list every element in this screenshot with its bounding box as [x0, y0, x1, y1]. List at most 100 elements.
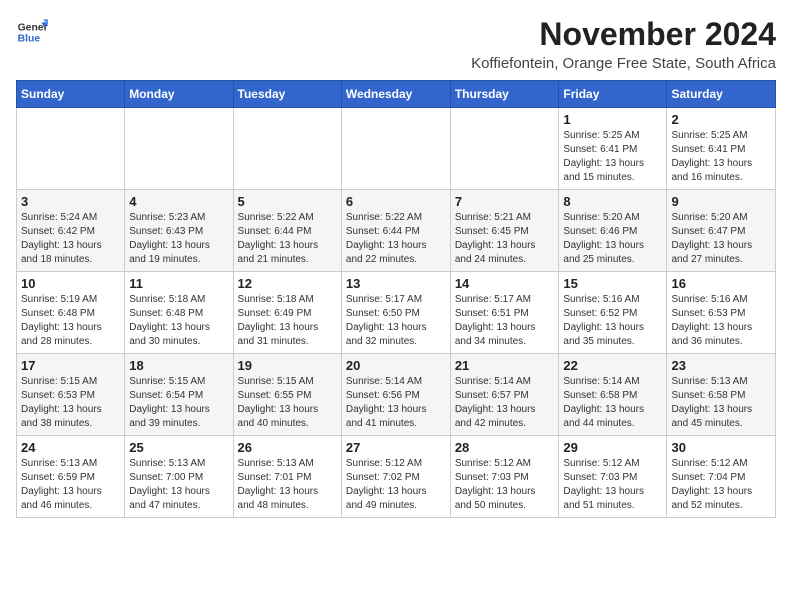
- weekday-tuesday: Tuesday: [233, 81, 341, 108]
- logo: General Blue: [16, 16, 48, 48]
- day-info: Sunrise: 5:15 AM Sunset: 6:55 PM Dayligh…: [238, 375, 337, 431]
- day-info: Sunrise: 5:12 AM Sunset: 7:03 PM Dayligh…: [455, 457, 555, 513]
- day-info: Sunrise: 5:20 AM Sunset: 6:46 PM Dayligh…: [563, 211, 662, 267]
- logo-icon: General Blue: [16, 16, 48, 48]
- day-number: 21: [455, 358, 555, 373]
- day-number: 10: [21, 276, 120, 291]
- day-info: Sunrise: 5:12 AM Sunset: 7:04 PM Dayligh…: [671, 457, 771, 513]
- day-number: 14: [455, 276, 555, 291]
- day-info: Sunrise: 5:21 AM Sunset: 6:45 PM Dayligh…: [455, 211, 555, 267]
- day-cell: 17 Sunrise: 5:15 AM Sunset: 6:53 PM Dayli…: [17, 354, 125, 436]
- day-number: 7: [455, 194, 555, 209]
- day-cell: 16Sunrise: 5:16 AM Sunset: 6:53 PM Dayli…: [667, 272, 776, 354]
- day-info: Sunrise: 5:22 AM Sunset: 6:44 PM Dayligh…: [346, 211, 446, 267]
- day-cell: 28Sunrise: 5:12 AM Sunset: 7:03 PM Dayli…: [450, 436, 559, 518]
- day-number: 9: [671, 194, 771, 209]
- day-info: Sunrise: 5:14 AM Sunset: 6:58 PM Dayligh…: [563, 375, 662, 431]
- day-cell: 1 Sunrise: 5:25 AM Sunset: 6:41 PM Daylig…: [559, 108, 667, 190]
- day-info: Sunrise: 5:20 AM Sunset: 6:47 PM Dayligh…: [671, 211, 771, 267]
- day-cell: 9 Sunrise: 5:20 AM Sunset: 6:47 PM Daylig…: [667, 190, 776, 272]
- day-info: Sunrise: 5:24 AM Sunset: 6:42 PM Dayligh…: [21, 211, 120, 267]
- day-number: 20: [346, 358, 446, 373]
- day-number: 24: [21, 440, 120, 455]
- day-cell: 29 Sunrise: 5:12 AM Sunset: 7:03 PM Dayli…: [559, 436, 667, 518]
- day-number: 12: [238, 276, 337, 291]
- day-info: Sunrise: 5:16 AM Sunset: 6:53 PM Dayligh…: [671, 293, 771, 349]
- day-cell: 22 Sunrise: 5:14 AM Sunset: 6:58 PM Dayli…: [559, 354, 667, 436]
- day-info: Sunrise: 5:18 AM Sunset: 6:48 PM Dayligh…: [129, 293, 228, 349]
- day-info: Sunrise: 5:12 AM Sunset: 7:03 PM Dayligh…: [563, 457, 662, 513]
- day-number: 19: [238, 358, 337, 373]
- day-info: Sunrise: 5:14 AM Sunset: 6:56 PM Dayligh…: [346, 375, 446, 431]
- header: General Blue November 2024 Koffiefontein…: [16, 16, 776, 72]
- day-number: 8: [563, 194, 662, 209]
- day-info: Sunrise: 5:22 AM Sunset: 6:44 PM Dayligh…: [238, 211, 337, 267]
- week-row-1: 3 Sunrise: 5:24 AM Sunset: 6:42 PM Daylig…: [17, 190, 776, 272]
- day-cell: [125, 108, 233, 190]
- day-info: Sunrise: 5:19 AM Sunset: 6:48 PM Dayligh…: [21, 293, 120, 349]
- title-block: November 2024 Koffiefontein, Orange Free…: [471, 16, 776, 72]
- day-cell: 25 Sunrise: 5:13 AM Sunset: 7:00 PM Dayli…: [125, 436, 233, 518]
- day-cell: 27 Sunrise: 5:12 AM Sunset: 7:02 PM Dayli…: [341, 436, 450, 518]
- day-number: 3: [21, 194, 120, 209]
- day-cell: 13 Sunrise: 5:17 AM Sunset: 6:50 PM Dayli…: [341, 272, 450, 354]
- day-cell: 21 Sunrise: 5:14 AM Sunset: 6:57 PM Dayli…: [450, 354, 559, 436]
- day-number: 11: [129, 276, 228, 291]
- day-info: Sunrise: 5:14 AM Sunset: 6:57 PM Dayligh…: [455, 375, 555, 431]
- day-cell: 20 Sunrise: 5:14 AM Sunset: 6:56 PM Dayli…: [341, 354, 450, 436]
- day-cell: [450, 108, 559, 190]
- day-info: Sunrise: 5:15 AM Sunset: 6:53 PM Dayligh…: [21, 375, 120, 431]
- day-info: Sunrise: 5:18 AM Sunset: 6:49 PM Dayligh…: [238, 293, 337, 349]
- svg-text:Blue: Blue: [18, 34, 41, 45]
- weekday-friday: Friday: [559, 81, 667, 108]
- weekday-header-row: SundayMondayTuesdayWednesdayThursdayFrid…: [17, 81, 776, 108]
- day-number: 17: [21, 358, 120, 373]
- day-number: 25: [129, 440, 228, 455]
- day-info: Sunrise: 5:23 AM Sunset: 6:43 PM Dayligh…: [129, 211, 228, 267]
- day-number: 13: [346, 276, 446, 291]
- week-row-3: 17 Sunrise: 5:15 AM Sunset: 6:53 PM Dayli…: [17, 354, 776, 436]
- day-info: Sunrise: 5:17 AM Sunset: 6:50 PM Dayligh…: [346, 293, 446, 349]
- calendar: SundayMondayTuesdayWednesdayThursdayFrid…: [16, 80, 776, 518]
- day-number: 4: [129, 194, 228, 209]
- day-number: 29: [563, 440, 662, 455]
- day-number: 26: [238, 440, 337, 455]
- day-cell: 8 Sunrise: 5:20 AM Sunset: 6:46 PM Daylig…: [559, 190, 667, 272]
- day-number: 30: [671, 440, 771, 455]
- weekday-sunday: Sunday: [17, 81, 125, 108]
- day-cell: [233, 108, 341, 190]
- day-cell: [17, 108, 125, 190]
- day-info: Sunrise: 5:17 AM Sunset: 6:51 PM Dayligh…: [455, 293, 555, 349]
- day-info: Sunrise: 5:25 AM Sunset: 6:41 PM Dayligh…: [563, 129, 662, 185]
- day-number: 18: [129, 358, 228, 373]
- day-cell: 11 Sunrise: 5:18 AM Sunset: 6:48 PM Dayli…: [125, 272, 233, 354]
- day-cell: 3 Sunrise: 5:24 AM Sunset: 6:42 PM Daylig…: [17, 190, 125, 272]
- day-info: Sunrise: 5:12 AM Sunset: 7:02 PM Dayligh…: [346, 457, 446, 513]
- week-row-2: 10 Sunrise: 5:19 AM Sunset: 6:48 PM Dayli…: [17, 272, 776, 354]
- weekday-thursday: Thursday: [450, 81, 559, 108]
- day-number: 27: [346, 440, 446, 455]
- day-info: Sunrise: 5:13 AM Sunset: 7:00 PM Dayligh…: [129, 457, 228, 513]
- weekday-monday: Monday: [125, 81, 233, 108]
- weekday-wednesday: Wednesday: [341, 81, 450, 108]
- weekday-saturday: Saturday: [667, 81, 776, 108]
- day-number: 1: [563, 112, 662, 127]
- day-cell: 30 Sunrise: 5:12 AM Sunset: 7:04 PM Dayli…: [667, 436, 776, 518]
- week-row-4: 24 Sunrise: 5:13 AM Sunset: 6:59 PM Dayli…: [17, 436, 776, 518]
- day-number: 23: [671, 358, 771, 373]
- subtitle: Koffiefontein, Orange Free State, South …: [471, 55, 776, 72]
- day-info: Sunrise: 5:13 AM Sunset: 7:01 PM Dayligh…: [238, 457, 337, 513]
- day-cell: 2Sunrise: 5:25 AM Sunset: 6:41 PM Daylig…: [667, 108, 776, 190]
- day-number: 6: [346, 194, 446, 209]
- day-number: 5: [238, 194, 337, 209]
- day-info: Sunrise: 5:13 AM Sunset: 6:59 PM Dayligh…: [21, 457, 120, 513]
- day-info: Sunrise: 5:13 AM Sunset: 6:58 PM Dayligh…: [671, 375, 771, 431]
- day-cell: 6 Sunrise: 5:22 AM Sunset: 6:44 PM Daylig…: [341, 190, 450, 272]
- day-number: 22: [563, 358, 662, 373]
- main-title: November 2024: [471, 16, 776, 53]
- day-cell: 10 Sunrise: 5:19 AM Sunset: 6:48 PM Dayli…: [17, 272, 125, 354]
- day-cell: 23 Sunrise: 5:13 AM Sunset: 6:58 PM Dayli…: [667, 354, 776, 436]
- day-cell: 5 Sunrise: 5:22 AM Sunset: 6:44 PM Daylig…: [233, 190, 341, 272]
- week-row-0: 1 Sunrise: 5:25 AM Sunset: 6:41 PM Daylig…: [17, 108, 776, 190]
- day-cell: 14 Sunrise: 5:17 AM Sunset: 6:51 PM Dayli…: [450, 272, 559, 354]
